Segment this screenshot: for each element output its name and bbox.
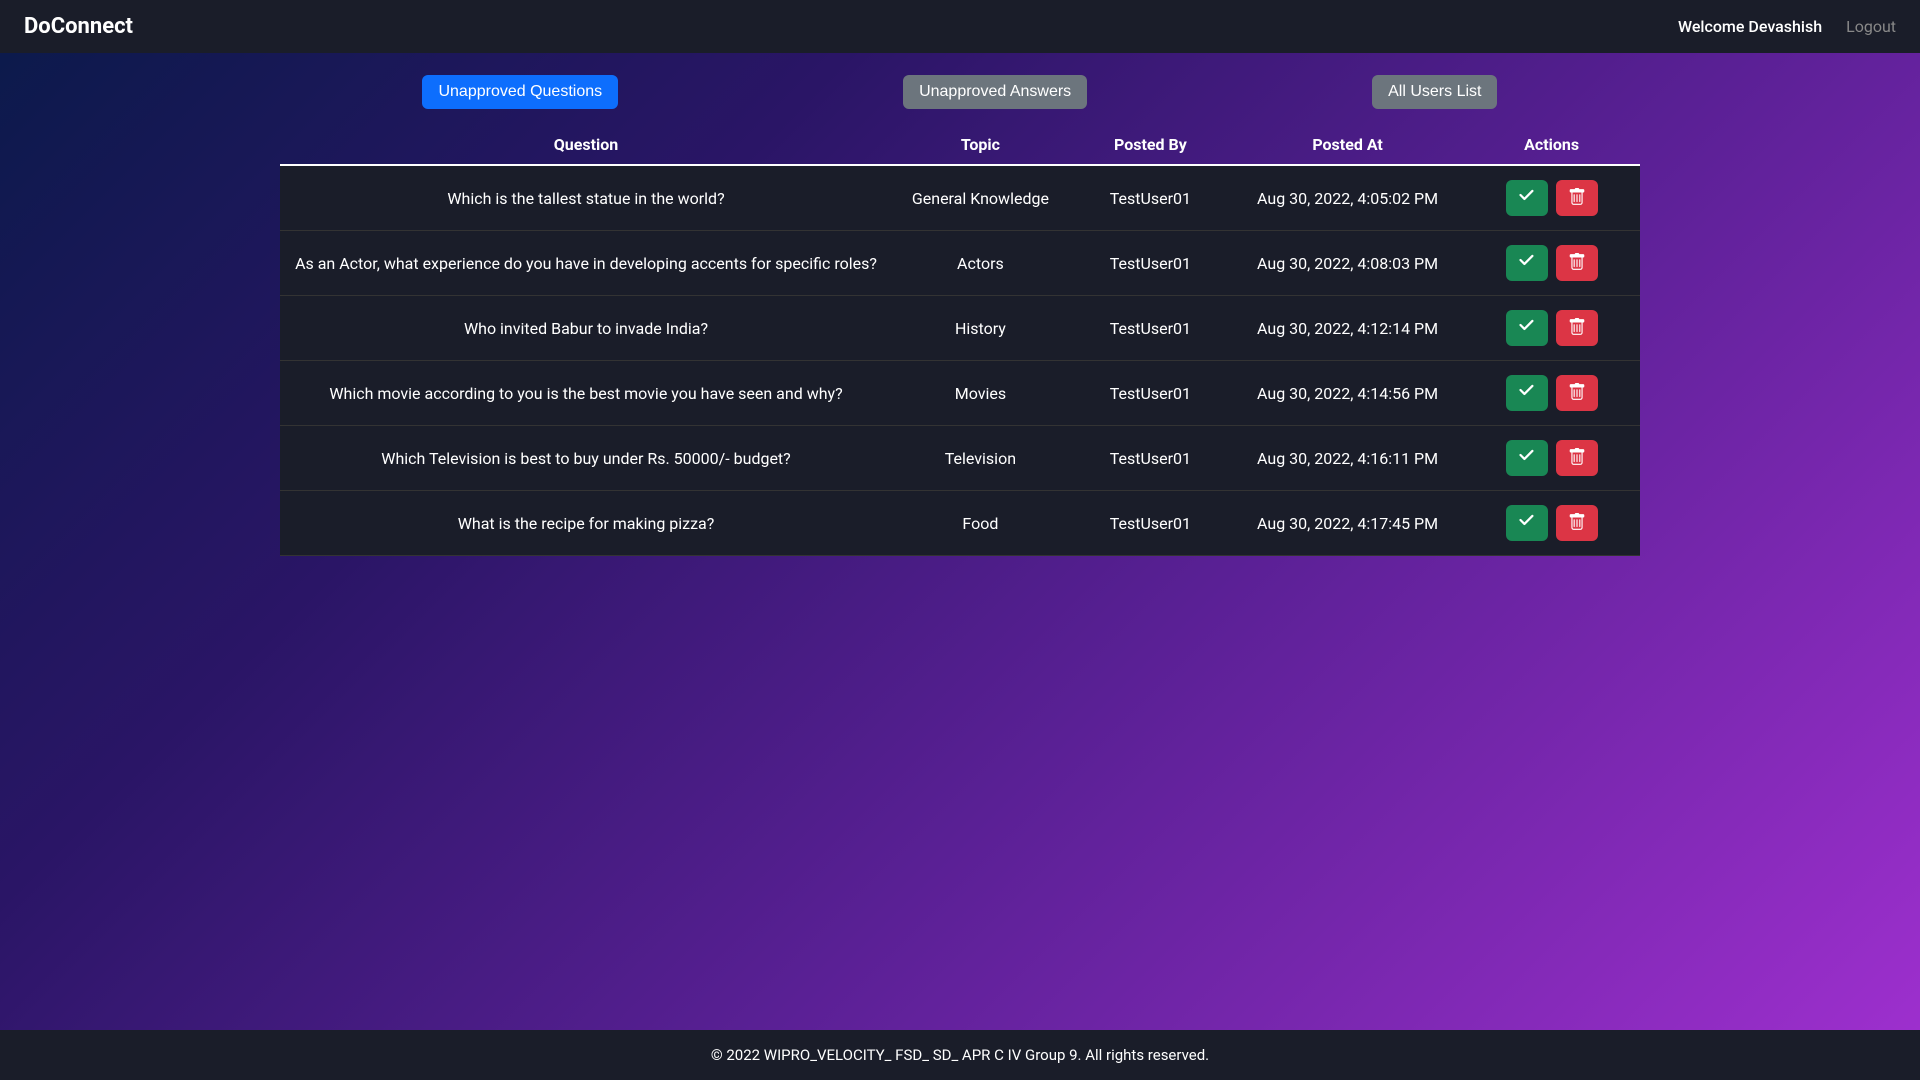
delete-button[interactable]	[1556, 245, 1598, 281]
tab-all-users[interactable]: All Users List	[1372, 75, 1497, 109]
cell-posted-by: TestUser01	[1069, 165, 1232, 231]
trash-icon	[1568, 318, 1586, 339]
cell-posted-at: Aug 30, 2022, 4:08:03 PM	[1232, 231, 1463, 296]
approve-button[interactable]	[1506, 440, 1548, 476]
header-actions: Actions	[1463, 125, 1640, 165]
check-icon	[1518, 318, 1536, 339]
cell-posted-by: TestUser01	[1069, 231, 1232, 296]
check-icon	[1518, 513, 1536, 534]
footer-text: © 2022 WIPRO_VELOCITY_ FSD_ SD_ APR C IV…	[711, 1046, 1209, 1064]
brand-logo[interactable]: DoConnect	[24, 14, 133, 39]
cell-question: As an Actor, what experience do you have…	[280, 231, 892, 296]
cell-posted-by: TestUser01	[1069, 361, 1232, 426]
cell-question: What is the recipe for making pizza?	[280, 491, 892, 556]
table-row: Which is the tallest statue in the world…	[280, 165, 1640, 231]
cell-actions	[1463, 491, 1640, 556]
check-icon	[1518, 188, 1536, 209]
header-question: Question	[280, 125, 892, 165]
check-icon	[1518, 253, 1536, 274]
tab-buttons: Unapproved Questions Unapproved Answers …	[160, 53, 1760, 125]
header-posted-at: Posted At	[1232, 125, 1463, 165]
questions-table: Question Topic Posted By Posted At Actio…	[280, 125, 1640, 556]
cell-posted-at: Aug 30, 2022, 4:12:14 PM	[1232, 296, 1463, 361]
approve-button[interactable]	[1506, 505, 1548, 541]
check-icon	[1518, 448, 1536, 469]
approve-button[interactable]	[1506, 245, 1548, 281]
cell-question: Which Television is best to buy under Rs…	[280, 426, 892, 491]
navbar: DoConnect Welcome Devashish Logout	[0, 0, 1920, 53]
trash-icon	[1568, 448, 1586, 469]
tab-unapproved-answers[interactable]: Unapproved Answers	[903, 75, 1087, 109]
cell-posted-at: Aug 30, 2022, 4:05:02 PM	[1232, 165, 1463, 231]
cell-topic: Food	[892, 491, 1069, 556]
cell-actions	[1463, 426, 1640, 491]
approve-button[interactable]	[1506, 310, 1548, 346]
approve-button[interactable]	[1506, 180, 1548, 216]
main-content: Unapproved Questions Unapproved Answers …	[0, 53, 1920, 1030]
header-posted-by: Posted By	[1069, 125, 1232, 165]
cell-topic: History	[892, 296, 1069, 361]
cell-topic: Actors	[892, 231, 1069, 296]
cell-actions	[1463, 296, 1640, 361]
cell-actions	[1463, 361, 1640, 426]
delete-button[interactable]	[1556, 180, 1598, 216]
table-row: What is the recipe for making pizza? Foo…	[280, 491, 1640, 556]
footer: © 2022 WIPRO_VELOCITY_ FSD_ SD_ APR C IV…	[0, 1030, 1920, 1080]
delete-button[interactable]	[1556, 310, 1598, 346]
tab-unapproved-questions[interactable]: Unapproved Questions	[422, 75, 618, 109]
delete-button[interactable]	[1556, 440, 1598, 476]
check-icon	[1518, 383, 1536, 404]
cell-topic: Movies	[892, 361, 1069, 426]
header-topic: Topic	[892, 125, 1069, 165]
nav-right: Welcome Devashish Logout	[1678, 17, 1896, 36]
delete-button[interactable]	[1556, 505, 1598, 541]
cell-posted-at: Aug 30, 2022, 4:16:11 PM	[1232, 426, 1463, 491]
cell-posted-by: TestUser01	[1069, 296, 1232, 361]
cell-topic: Television	[892, 426, 1069, 491]
delete-button[interactable]	[1556, 375, 1598, 411]
cell-question: Which movie according to you is the best…	[280, 361, 892, 426]
table-row: Which Television is best to buy under Rs…	[280, 426, 1640, 491]
table-row: As an Actor, what experience do you have…	[280, 231, 1640, 296]
table-row: Which movie according to you is the best…	[280, 361, 1640, 426]
cell-posted-at: Aug 30, 2022, 4:17:45 PM	[1232, 491, 1463, 556]
trash-icon	[1568, 253, 1586, 274]
trash-icon	[1568, 513, 1586, 534]
table-row: Who invited Babur to invade India? Histo…	[280, 296, 1640, 361]
approve-button[interactable]	[1506, 375, 1548, 411]
cell-posted-by: TestUser01	[1069, 426, 1232, 491]
cell-question: Which is the tallest statue in the world…	[280, 165, 892, 231]
cell-posted-by: TestUser01	[1069, 491, 1232, 556]
logout-link[interactable]: Logout	[1846, 17, 1896, 36]
trash-icon	[1568, 188, 1586, 209]
cell-topic: General Knowledge	[892, 165, 1069, 231]
welcome-text: Welcome Devashish	[1678, 17, 1822, 36]
trash-icon	[1568, 383, 1586, 404]
cell-actions	[1463, 231, 1640, 296]
cell-question: Who invited Babur to invade India?	[280, 296, 892, 361]
cell-actions	[1463, 165, 1640, 231]
table-container: Question Topic Posted By Posted At Actio…	[160, 125, 1760, 556]
cell-posted-at: Aug 30, 2022, 4:14:56 PM	[1232, 361, 1463, 426]
table-header-row: Question Topic Posted By Posted At Actio…	[280, 125, 1640, 165]
